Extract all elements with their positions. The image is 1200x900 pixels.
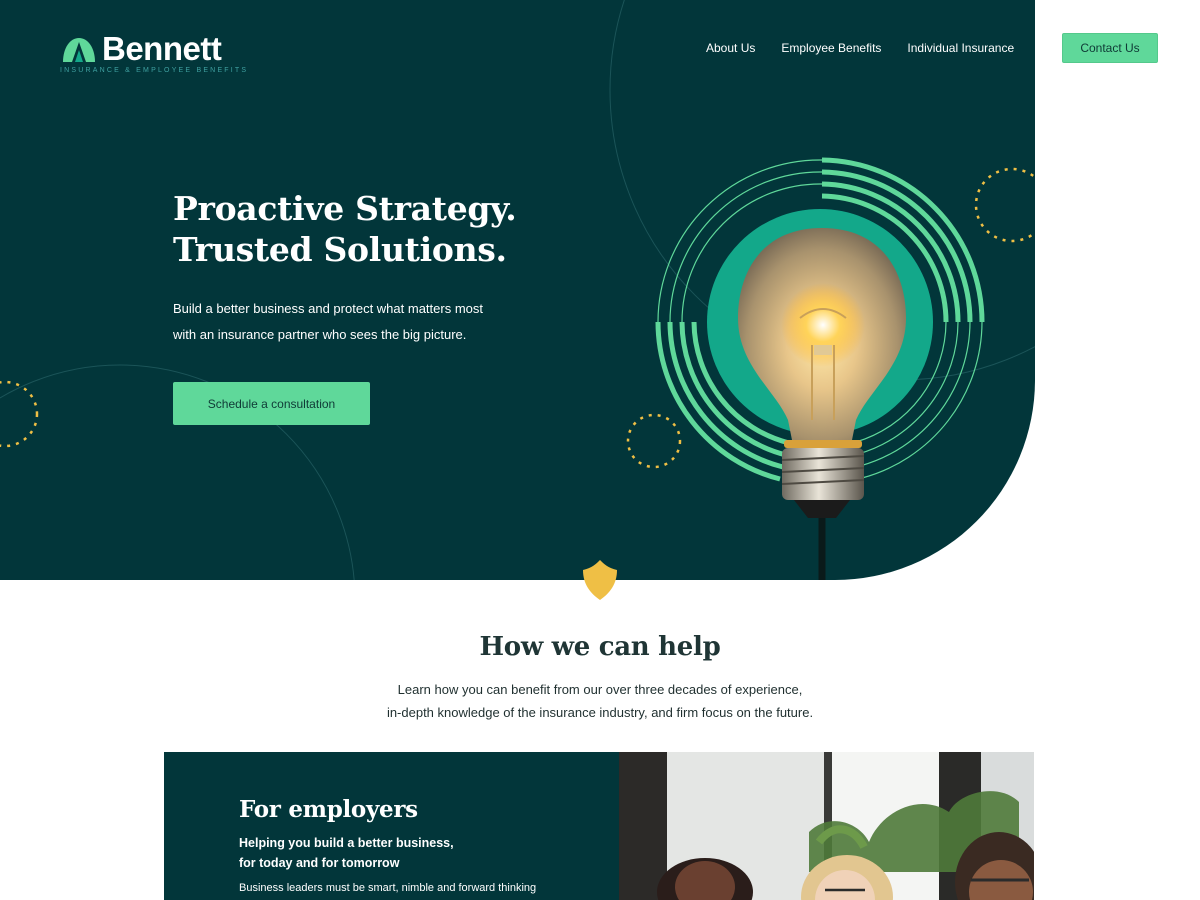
employers-subtitle: Helping you build a better business, for… [239, 833, 454, 873]
hero-section: Bennett INSURANCE & EMPLOYEE BENEFITS Ab… [0, 0, 1035, 580]
hero-subtitle: Build a better business and protect what… [173, 296, 513, 348]
hero-subtitle-line: with an insurance partner who sees the b… [173, 327, 467, 342]
brand-logo[interactable]: Bennett INSURANCE & EMPLOYEE BENEFITS [60, 30, 249, 75]
hero-title-line: Trusted Solutions. [173, 230, 507, 269]
employers-card: For employers Helping you build a better… [164, 752, 1034, 900]
nav-individual-insurance[interactable]: Individual Insurance [907, 40, 1014, 56]
nav-about-us[interactable]: About Us [706, 40, 755, 56]
schedule-consultation-button[interactable]: Schedule a consultation [173, 382, 370, 425]
employers-body: Business leaders must be smart, nimble a… [239, 882, 537, 894]
logo-mark-icon [63, 38, 95, 62]
main-nav: About Us Employee Benefits Individual In… [706, 40, 1014, 56]
help-section-description: Learn how you can benefit from our over … [0, 678, 1200, 724]
hero-title: Proactive Strategy. Trusted Solutions. [173, 188, 517, 270]
team-meeting-photo [619, 752, 1034, 900]
brand-name: Bennett [102, 30, 222, 67]
shield-icon [583, 560, 617, 600]
help-description-line: Learn how you can benefit from our over … [397, 682, 803, 697]
employers-subtitle-line: Helping you build a better business, [239, 836, 454, 850]
help-section-title: How we can help [479, 632, 721, 662]
help-description-line: in-depth knowledge of the insurance indu… [386, 705, 814, 720]
light-bulb-icon [655, 157, 985, 580]
hero-title-line: Proactive Strategy. [173, 189, 517, 228]
employers-subtitle-line: for today and for tomorrow [239, 856, 400, 870]
nav-employee-benefits[interactable]: Employee Benefits [781, 40, 881, 56]
brand-tagline: INSURANCE & EMPLOYEE BENEFITS [60, 67, 249, 74]
employers-title: For employers [239, 796, 418, 823]
contact-us-button[interactable]: Contact Us [1062, 33, 1158, 63]
hero-subtitle-line: Build a better business and protect what… [173, 301, 483, 316]
